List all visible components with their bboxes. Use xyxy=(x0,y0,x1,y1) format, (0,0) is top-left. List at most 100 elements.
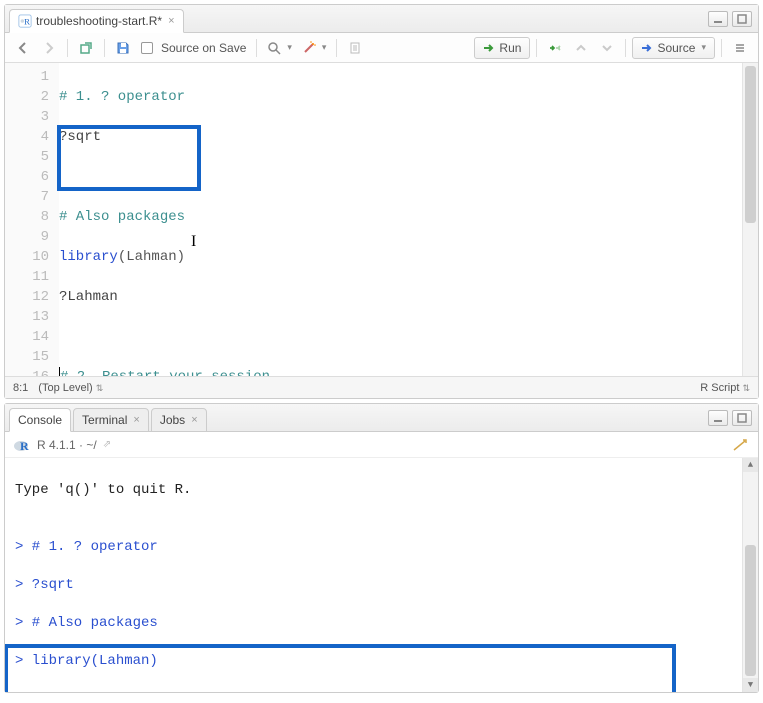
source-label: Source xyxy=(657,41,695,55)
line-number: 14 xyxy=(5,327,49,347)
outline-button[interactable] xyxy=(728,37,752,59)
compile-report-button[interactable] xyxy=(343,37,367,59)
line-number: 2 xyxy=(5,87,49,107)
wd-picker-icon[interactable]: ⇗ xyxy=(103,439,111,450)
wand-button[interactable]: ▾ xyxy=(298,37,331,59)
line-number: 9 xyxy=(5,227,49,247)
code-line: # Also packages xyxy=(59,209,185,225)
code-line: # 1. ? operator xyxy=(59,89,185,105)
separator xyxy=(104,39,105,57)
separator xyxy=(536,39,537,57)
line-number: 5 xyxy=(5,147,49,167)
line-number: 6 xyxy=(5,167,49,187)
tab-jobs-label: Jobs xyxy=(160,413,185,427)
code-line: ?Lahman xyxy=(59,289,118,305)
source-on-save-toggle[interactable]: Source on Save xyxy=(137,37,250,59)
code-line: ?sqrt xyxy=(59,129,101,145)
source-on-save-label: Source on Save xyxy=(161,41,246,55)
file-tab-label: troubleshooting-start.R* xyxy=(36,14,162,28)
run-button[interactable]: Run xyxy=(474,37,530,59)
r-logo-icon: R xyxy=(13,436,31,454)
code-paren: ) xyxy=(177,249,185,265)
console-scrollbar[interactable]: ▲ ▼ xyxy=(742,458,758,692)
close-tab-icon[interactable]: × xyxy=(133,414,139,426)
maximize-pane-button[interactable] xyxy=(732,410,752,426)
code-content[interactable]: # 1. ? operator ?sqrt # Also packages li… xyxy=(59,63,758,376)
minimize-pane-button[interactable] xyxy=(708,11,728,27)
source-statusbar: 8:1 (Top Level) ⇅ R Script ⇅ xyxy=(5,376,758,398)
console-line: > ?sqrt xyxy=(15,577,74,593)
scroll-thumb[interactable] xyxy=(745,545,756,676)
console-pane: Console Terminal × Jobs × R R 4.1.1 · ~/… xyxy=(4,403,759,693)
editor-scrollbar[interactable] xyxy=(742,63,758,376)
line-number: 8 xyxy=(5,207,49,227)
tab-console[interactable]: Console xyxy=(9,408,71,432)
scroll-down-icon[interactable]: ▼ xyxy=(743,678,758,692)
line-gutter: 1 2 3 4 5 6 7 8 9 10 11 12 13 14 15 16 xyxy=(5,63,59,376)
tab-jobs[interactable]: Jobs × xyxy=(151,408,207,432)
scroll-up-icon[interactable]: ▲ xyxy=(743,458,758,472)
tab-terminal[interactable]: Terminal × xyxy=(73,408,149,432)
separator xyxy=(625,39,626,57)
console-body[interactable]: Type 'q()' to quit R. > # 1. ? operator … xyxy=(5,458,758,692)
line-number: 12 xyxy=(5,287,49,307)
source-pane: R troubleshooting-start.R* × Source on S… xyxy=(4,4,759,399)
console-line: > ?Lahman xyxy=(15,691,91,692)
scope-selector[interactable]: (Top Level) ⇅ xyxy=(38,382,103,394)
forward-button[interactable] xyxy=(37,37,61,59)
save-button[interactable] xyxy=(111,37,135,59)
r-version-label: R 4.1.1 · ~/ xyxy=(37,438,97,452)
r-script-icon: R xyxy=(18,14,32,28)
separator xyxy=(721,39,722,57)
line-number: 7 xyxy=(5,187,49,207)
line-number: 4 xyxy=(5,127,49,147)
back-button[interactable] xyxy=(11,37,35,59)
rerun-button[interactable] xyxy=(543,37,567,59)
minimize-pane-button[interactable] xyxy=(708,410,728,426)
code-arg: Lahman xyxy=(126,249,176,265)
svg-text:R: R xyxy=(24,17,30,27)
tab-console-label: Console xyxy=(18,413,62,427)
console-tabrow: Console Terminal × Jobs × xyxy=(5,404,758,432)
console-line: > library(Lahman) xyxy=(15,653,158,669)
code-paren: ( xyxy=(118,249,126,265)
scroll-thumb[interactable] xyxy=(745,66,756,223)
line-number: 10 xyxy=(5,247,49,267)
editor-area[interactable]: 1 2 3 4 5 6 7 8 9 10 11 12 13 14 15 16 #… xyxy=(5,63,758,376)
code-line: # 2. Restart your session xyxy=(60,369,270,376)
source-toolbar: Source on Save ▾ ▾ Run Source ▾ xyxy=(5,33,758,63)
code-func: library xyxy=(59,249,118,265)
pane-window-controls xyxy=(708,410,752,426)
popout-button[interactable] xyxy=(74,37,98,59)
console-line: Type 'q()' to quit R. xyxy=(15,482,191,498)
language-selector[interactable]: R Script ⇅ xyxy=(700,382,750,394)
console-line: > # 1. ? operator xyxy=(15,539,158,555)
section-down-button[interactable] xyxy=(595,37,619,59)
console-line: > # Also packages xyxy=(15,615,158,631)
checkbox-icon xyxy=(141,42,153,54)
line-number: 11 xyxy=(5,267,49,287)
run-label: Run xyxy=(499,41,521,55)
source-button[interactable]: Source ▾ xyxy=(632,37,715,59)
chevron-down-icon: ▾ xyxy=(322,42,327,53)
file-tab[interactable]: R troubleshooting-start.R* × xyxy=(9,9,184,33)
console-info-bar: R R 4.1.1 · ~/ ⇗ xyxy=(5,432,758,458)
separator xyxy=(336,39,337,57)
separator xyxy=(67,39,68,57)
svg-text:R: R xyxy=(20,439,29,453)
source-tabrow: R troubleshooting-start.R* × xyxy=(5,5,758,33)
find-button[interactable]: ▾ xyxy=(263,37,296,59)
maximize-pane-button[interactable] xyxy=(732,11,752,27)
separator xyxy=(256,39,257,57)
line-number: 1 xyxy=(5,67,49,87)
close-tab-icon[interactable]: × xyxy=(168,15,174,27)
chevron-down-icon: ▾ xyxy=(701,42,706,53)
section-up-button[interactable] xyxy=(569,37,593,59)
tab-terminal-label: Terminal xyxy=(82,413,127,427)
pane-window-controls xyxy=(708,11,752,27)
cursor-position: 8:1 xyxy=(13,382,28,394)
line-number: 13 xyxy=(5,307,49,327)
line-number: 16 xyxy=(5,367,49,376)
clear-console-button[interactable] xyxy=(730,435,750,455)
close-tab-icon[interactable]: × xyxy=(191,414,197,426)
